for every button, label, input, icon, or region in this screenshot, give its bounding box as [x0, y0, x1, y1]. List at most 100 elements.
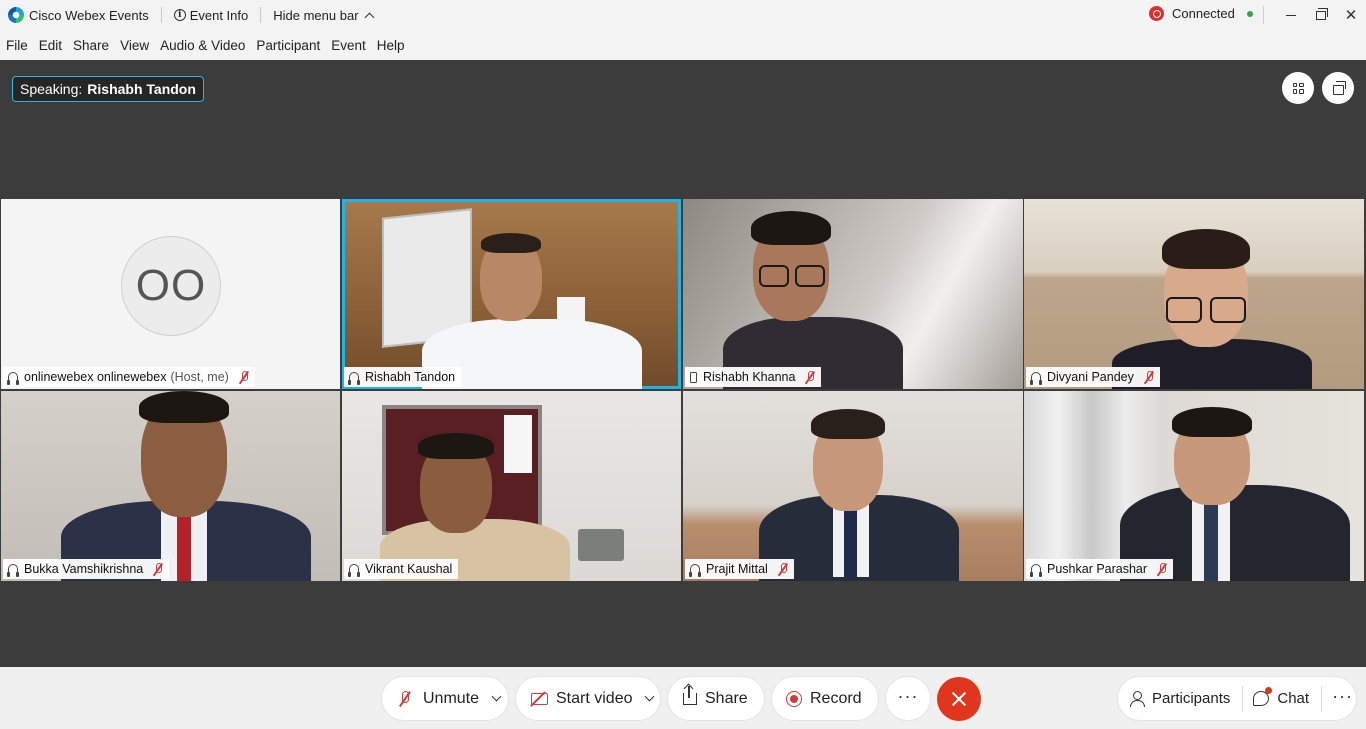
title-divider	[260, 7, 262, 23]
unmute-label: Unmute	[423, 689, 480, 707]
headset-icon	[689, 564, 701, 577]
grid-icon	[1292, 82, 1304, 94]
person-tie	[844, 505, 857, 577]
video-tile[interactable]: Bukka Vamshikrishna	[1, 391, 340, 581]
panel-divider	[1321, 685, 1323, 712]
participant-name: Rishabh Khanna	[703, 370, 796, 384]
unmute-button[interactable]: Unmute	[382, 677, 508, 720]
close-button[interactable]: ✕	[1336, 0, 1366, 30]
menu-bar: File Edit Share View Audio & Video Parti…	[0, 30, 1366, 60]
video-tile[interactable]: Vikrant Kaushal	[342, 391, 681, 581]
participant-name: onlinewebex onlinewebex	[24, 370, 167, 384]
speaking-name: Rishabh Tandon	[87, 81, 196, 97]
participant-name: Rishabh Tandon	[365, 370, 456, 384]
menu-view[interactable]: View	[120, 38, 149, 53]
person-hair	[751, 211, 831, 245]
participants-button[interactable]: Participants	[1130, 690, 1230, 707]
video-tile[interactable]: Rishabh Tandon	[342, 199, 681, 389]
participant-namebar: onlinewebex onlinewebex (Host, me)	[3, 367, 255, 387]
share-label: Share	[705, 689, 748, 707]
meeting-controls-bar: Unmute Start video Share Record ··· Part…	[0, 667, 1366, 729]
video-tile[interactable]: Pushkar Parashar	[1024, 391, 1364, 581]
record-button[interactable]: Record	[772, 677, 878, 720]
panel-controls: Participants Chat ···	[1118, 677, 1356, 720]
connection-label: Connected	[1172, 6, 1235, 21]
panel-divider	[1242, 685, 1244, 712]
minimize-button[interactable]	[1276, 0, 1306, 30]
muted-mic-icon	[805, 370, 815, 384]
menu-help[interactable]: Help	[377, 38, 405, 53]
restore-button[interactable]	[1306, 0, 1336, 30]
connection-status[interactable]: Connected	[1149, 6, 1253, 21]
chat-icon	[1253, 687, 1273, 706]
menu-event[interactable]: Event	[331, 38, 366, 53]
popout-view-button[interactable]	[1322, 72, 1354, 104]
participant-namebar: Rishabh Khanna	[685, 367, 822, 387]
video-tile[interactable]: Prajit Mittal	[683, 391, 1023, 581]
participant-name: Pushkar Parashar	[1047, 562, 1148, 576]
leave-meeting-button[interactable]	[937, 677, 981, 721]
chevron-down-icon[interactable]	[491, 691, 502, 702]
participant-name: Prajit Mittal	[706, 562, 768, 576]
person-tie	[177, 513, 191, 581]
hide-menu-bar-button[interactable]: Hide menu bar	[273, 7, 374, 23]
muted-mic-icon	[153, 562, 163, 576]
video-tile[interactable]: OO onlinewebex onlinewebex (Host, me)	[1, 199, 340, 389]
record-label: Record	[810, 689, 862, 707]
participants-icon	[1130, 691, 1145, 707]
video-tile[interactable]: Rishabh Khanna	[683, 199, 1023, 389]
chevron-down-icon[interactable]	[645, 691, 655, 702]
video-tile[interactable]: Divyani Pandey	[1024, 199, 1364, 389]
menu-edit[interactable]: Edit	[39, 38, 62, 53]
muted-mic-icon	[239, 370, 249, 384]
more-options-button[interactable]: ···	[886, 677, 930, 720]
event-info-button[interactable]: i Event Info	[173, 7, 249, 23]
menu-file[interactable]: File	[6, 38, 28, 53]
chat-button[interactable]: Chat	[1253, 687, 1310, 707]
more-icon: ···	[897, 685, 919, 706]
person-hair	[1162, 229, 1250, 269]
window-controls-divider	[1263, 6, 1264, 24]
speaking-label: Speaking:	[20, 81, 83, 97]
minimize-icon	[1286, 14, 1296, 16]
phone-icon	[690, 371, 697, 383]
webex-logo-icon	[8, 7, 24, 23]
panel-more-icon[interactable]: ···	[1332, 687, 1353, 705]
participant-namebar: Pushkar Parashar	[1026, 559, 1174, 579]
participant-namebar: Vikrant Kaushal	[344, 559, 459, 579]
person-glasses	[795, 265, 825, 287]
participant-namebar: Bukka Vamshikrishna	[3, 559, 170, 579]
person-glasses	[1166, 297, 1202, 323]
headset-icon	[7, 564, 19, 577]
muted-mic-icon	[1144, 370, 1154, 384]
connection-indicator-icon	[1246, 10, 1253, 17]
person-hair	[481, 233, 541, 253]
share-button[interactable]: Share	[668, 677, 764, 720]
avatar: OO	[121, 236, 221, 336]
title-bar: Cisco Webex Events i Event Info Hide men…	[0, 0, 1366, 30]
headset-icon	[7, 372, 19, 385]
chat-label: Chat	[1277, 690, 1310, 707]
host-tag: (Host, me)	[170, 370, 229, 384]
person-glasses	[759, 265, 789, 287]
start-video-button[interactable]: Start video	[516, 677, 660, 720]
hide-menu-bar-label: Hide menu bar	[273, 7, 359, 23]
person-hair	[1172, 407, 1252, 437]
share-icon	[683, 685, 697, 705]
person-hair	[811, 409, 885, 439]
active-speaker-indicator: Speaking: Rishabh Tandon	[12, 76, 204, 102]
title-divider	[160, 7, 162, 23]
event-info-label: Event Info	[189, 7, 249, 23]
person-hair	[139, 391, 229, 423]
menu-participant[interactable]: Participant	[256, 38, 320, 53]
person-glasses	[1210, 297, 1246, 323]
layout-grid-button[interactable]	[1282, 72, 1314, 104]
participant-namebar: Divyani Pandey	[1026, 367, 1160, 387]
menu-audio-video[interactable]: Audio & Video	[160, 38, 245, 53]
participant-name: Bukka Vamshikrishna	[24, 562, 144, 576]
computer-audio-icon	[348, 372, 360, 385]
window-controls: ✕	[1263, 0, 1366, 30]
unread-badge	[1265, 687, 1273, 694]
participants-label: Participants	[1152, 690, 1231, 707]
menu-share[interactable]: Share	[73, 38, 109, 53]
